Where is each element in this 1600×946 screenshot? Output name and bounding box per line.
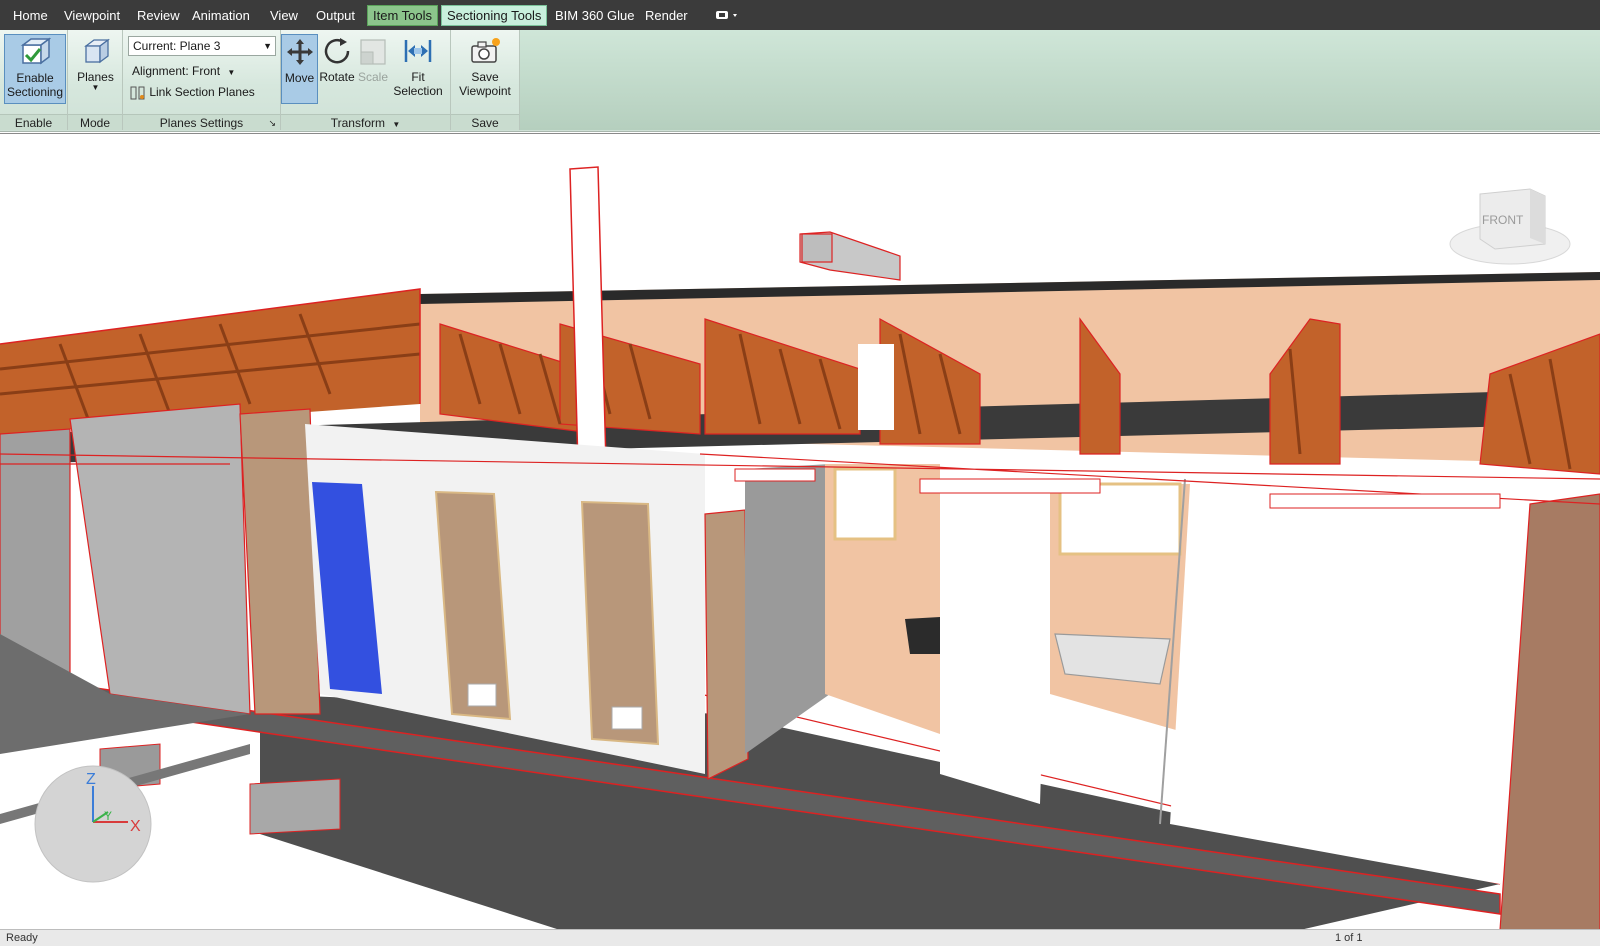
group-save: Save Viewpoint Save bbox=[451, 30, 520, 130]
scale-icon bbox=[360, 39, 386, 65]
camera-icon bbox=[471, 38, 500, 63]
link-planes-icon bbox=[130, 86, 145, 100]
planes-settings-label: Planes Settings bbox=[159, 116, 244, 130]
chevron-down-icon: ▼ bbox=[263, 41, 272, 51]
current-plane-value: Current: Plane 3 bbox=[133, 39, 221, 53]
axis-gizmo: Z Y X bbox=[34, 765, 152, 883]
axis-x-label: X bbox=[130, 818, 141, 835]
sink-left bbox=[905, 617, 940, 654]
dialog-launcher-icon[interactable]: ↘ bbox=[268, 115, 276, 131]
fit-selection-icon bbox=[404, 40, 432, 62]
window-left bbox=[833, 467, 897, 541]
tab-viewpoint[interactable]: Viewpoint bbox=[59, 6, 125, 25]
menu-bar: Home Viewpoint Review Animation View Out… bbox=[0, 0, 1600, 30]
sectioning-icon bbox=[20, 37, 51, 65]
group-label-save: Save bbox=[451, 114, 519, 130]
fit-selection-label: Fit Selection bbox=[393, 70, 443, 98]
large-wall bbox=[1170, 484, 1530, 884]
group-enable: Enable Sectioning Enable bbox=[0, 30, 68, 130]
planes-label: Planes bbox=[77, 70, 114, 84]
tab-review[interactable]: Review bbox=[132, 6, 185, 25]
rotate-button[interactable]: Rotate bbox=[318, 34, 356, 104]
tab-sectioning-tools[interactable]: Sectioning Tools bbox=[441, 5, 548, 26]
page-indicator: 1 of 1 bbox=[1335, 932, 1363, 944]
rotate-icon bbox=[324, 38, 350, 64]
partition-wall bbox=[940, 474, 1050, 804]
tab-render[interactable]: Render bbox=[640, 6, 693, 25]
tab-home[interactable]: Home bbox=[8, 6, 53, 25]
tab-view[interactable]: View bbox=[265, 6, 303, 25]
scale-button[interactable]: Scale bbox=[356, 34, 390, 104]
planes-icon bbox=[83, 38, 110, 64]
scale-label: Scale bbox=[357, 70, 389, 84]
axis-y-label: Y bbox=[104, 809, 112, 823]
move-arrows-icon bbox=[286, 39, 313, 65]
alignment-dropdown[interactable]: Alignment: Front ▼ bbox=[132, 62, 235, 80]
rotate-label: Rotate bbox=[319, 70, 355, 84]
chevron-down-icon: ▼ bbox=[227, 68, 236, 77]
quick-access-dropdown-icon[interactable] bbox=[710, 8, 746, 22]
link-section-planes-label: Link Section Planes bbox=[149, 85, 255, 99]
planes-mode-button[interactable]: Planes ▼ bbox=[72, 34, 119, 104]
axis-z-label: Z bbox=[86, 771, 96, 788]
alignment-label: Alignment: Front bbox=[132, 64, 221, 78]
move-button[interactable]: Move bbox=[281, 34, 318, 104]
column-block bbox=[858, 344, 894, 430]
current-plane-select[interactable]: Current: Plane 3 ▼ bbox=[128, 36, 276, 56]
enable-sectioning-label: Enable Sectioning bbox=[6, 71, 64, 99]
enable-sectioning-button[interactable]: Enable Sectioning bbox=[4, 34, 66, 104]
tab-output[interactable]: Output bbox=[311, 6, 360, 25]
group-mode: Planes ▼ Mode bbox=[68, 30, 123, 130]
save-viewpoint-button[interactable]: Save Viewpoint bbox=[454, 34, 516, 104]
status-bar: Ready 1 of 1 bbox=[0, 929, 1600, 946]
navisworks-window: Home Viewpoint Review Animation View Out… bbox=[0, 0, 1600, 946]
3d-viewport[interactable]: FRONT Z Y X bbox=[0, 133, 1600, 929]
link-section-planes-button[interactable]: Link Section Planes bbox=[130, 83, 255, 101]
chevron-down-icon: ▼ bbox=[392, 120, 401, 129]
group-transform: Move Rotate Scale Fit Selection Transfor… bbox=[281, 30, 451, 130]
tab-animation[interactable]: Animation bbox=[187, 6, 255, 25]
tab-item-tools[interactable]: Item Tools bbox=[367, 5, 439, 26]
save-viewpoint-label: Save Viewpoint bbox=[459, 70, 511, 98]
status-text: Ready bbox=[6, 932, 38, 944]
ribbon: Enable Sectioning Enable Planes ▼ Mode P… bbox=[0, 30, 1600, 132]
building-section-model[interactable]: FRONT Z Y X bbox=[0, 134, 1600, 929]
transform-label: Transform bbox=[330, 116, 385, 130]
group-label-mode: Mode bbox=[68, 114, 122, 130]
group-label-planes-settings: Planes Settings ↘ bbox=[123, 114, 280, 130]
viewcube-face-label[interactable]: FRONT bbox=[1482, 213, 1524, 227]
ribbon-empty-area bbox=[520, 30, 1600, 130]
planes-dropdown-icon: ▼ bbox=[91, 83, 100, 92]
fit-selection-button[interactable]: Fit Selection bbox=[392, 34, 444, 104]
window-right bbox=[1058, 482, 1182, 556]
tab-bim360-glue[interactable]: BIM 360 Glue bbox=[550, 6, 640, 25]
group-label-transform[interactable]: Transform ▼ bbox=[281, 114, 450, 130]
door-3[interactable] bbox=[704, 509, 749, 780]
move-label: Move bbox=[284, 71, 315, 85]
group-label-enable: Enable bbox=[0, 114, 67, 130]
